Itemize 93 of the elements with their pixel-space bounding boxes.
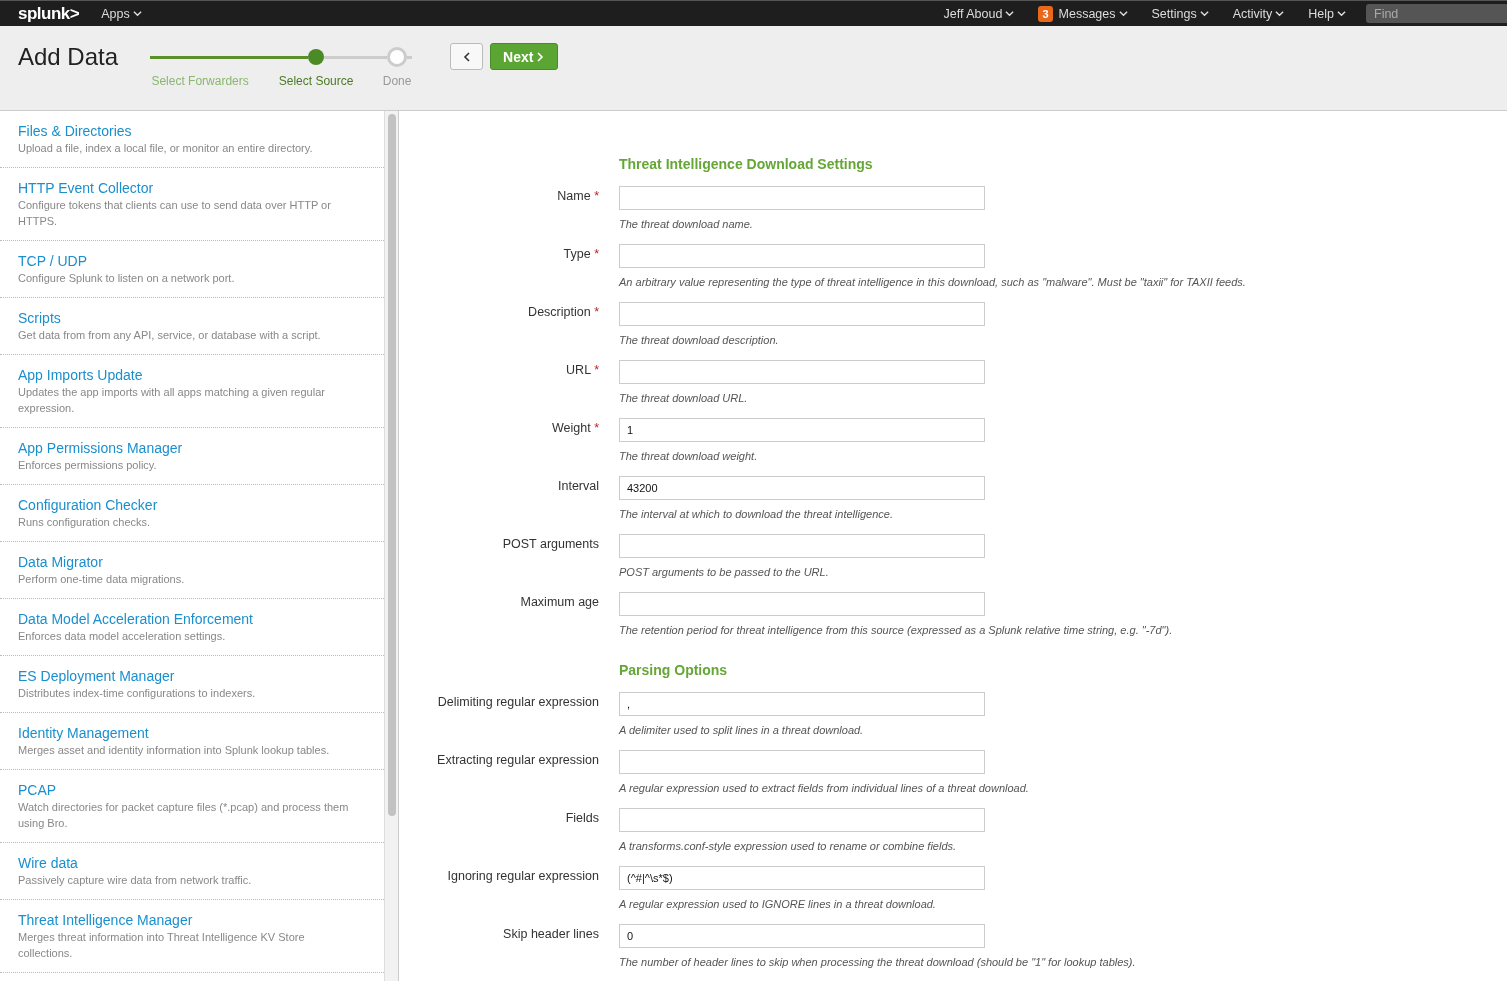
field-label: Name * [557, 188, 599, 203]
help-text: A transforms.conf-style expression used to rename or combine fields. [619, 839, 958, 854]
next-button[interactable]: Next [490, 43, 559, 70]
chevron-down-icon [1118, 9, 1128, 18]
step-label: Done [382, 74, 413, 88]
text-field[interactable] [619, 186, 985, 210]
source-link[interactable]: Identity Management [18, 724, 366, 742]
text-field[interactable] [619, 244, 985, 268]
source-description: Merges threat information into Threat Intelligence KV Store collections. [18, 930, 306, 961]
help-text: The threat download URL. [619, 391, 749, 406]
source-link[interactable]: Data Model Acceleration Enforcement [18, 610, 366, 628]
field-label: Interval [558, 478, 599, 493]
help-text: The retention period for threat intelligence from this source (expressed as a Splunk relative time string, e.g. "-7d"). [619, 623, 1173, 638]
help-text: The number of header lines to skip when processing the threat download (should be "1" for lookup tables). [619, 955, 1136, 970]
source-description: Upload a file, index a local file, or monitor an entire directory. [18, 141, 314, 156]
help-text: An arbitrary value representing the type of threat intelligence in this download, such as "malware". Must be "taxii" for TAXII feeds. [619, 275, 1246, 290]
text-field[interactable] [619, 302, 985, 326]
source-description: Configure tokens that clients can use to send data over HTTP or HTTPS. [18, 198, 332, 229]
chevron-right-icon [535, 51, 546, 62]
source-link[interactable]: PCAP [18, 781, 366, 799]
menu-button[interactable]: Apps [101, 6, 142, 21]
field-label: Ignoring regular expression [447, 868, 599, 883]
source-link[interactable]: TCP / UDP [18, 252, 366, 270]
field-label: Maximum age [520, 594, 599, 609]
text-field[interactable] [619, 360, 985, 384]
chevron-down-icon [1275, 9, 1285, 18]
text-field[interactable]: 1 [619, 418, 985, 442]
source-description: Perform one-time data migrations. [18, 572, 186, 587]
source-link[interactable]: Threat Intelligence Manager [18, 911, 366, 929]
source-link[interactable]: App Permissions Manager [18, 439, 366, 457]
step-label: Select Source [277, 74, 355, 88]
source-description: Distributes index-time configurations to indexers. [18, 686, 257, 701]
source-description: Merges asset and identity information into Splunk lookup tables. [18, 743, 331, 758]
help-text: A regular expression used to extract fields from individual lines of a threat download. [619, 781, 1029, 796]
source-description: Runs configuration checks. [18, 515, 152, 530]
source-link[interactable]: Scripts [18, 309, 366, 327]
field-label: Weight * [551, 420, 599, 435]
source-link[interactable]: Data Migrator [18, 553, 366, 571]
menu-button[interactable]: Jeff Aboud [943, 6, 1015, 21]
help-text: A delimiter used to split lines in a threat download. [619, 723, 865, 738]
menu-button[interactable]: Help [1308, 6, 1346, 21]
help-text: POST arguments to be passed to the URL. [619, 565, 830, 580]
text-field[interactable]: 43200 [619, 476, 985, 500]
text-field[interactable] [619, 534, 985, 558]
help-text: The threat download weight. [619, 449, 759, 464]
source-link[interactable]: HTTP Event Collector [18, 179, 366, 197]
help-text: The interval at which to download the threat intelligence. [619, 507, 894, 522]
source-description: Enforces data model acceleration settings. [18, 629, 227, 644]
menu-button[interactable]: Settings [1151, 6, 1209, 21]
source-description: Get data from from any API, service, or database with a script. [18, 328, 322, 343]
source-description: Watch directories for packet capture files (*.pcap) and process them using Bro. [18, 800, 350, 831]
chevron-down-icon [1337, 9, 1346, 18]
text-field[interactable]: , [619, 692, 985, 716]
step-label: Select Forwarders [150, 74, 250, 88]
chevron-down-icon [1005, 9, 1015, 18]
field-label: Extracting regular expression [437, 752, 599, 767]
text-field[interactable]: (^#|^\s*$) [619, 866, 985, 890]
text-field[interactable] [619, 750, 985, 774]
source-description: Updates the app imports with all apps matching a given regular expression. [18, 385, 326, 416]
scrollbar-thumb[interactable] [388, 114, 396, 816]
source-link[interactable]: Wire data [18, 854, 366, 872]
source-link[interactable]: ES Deployment Manager [18, 667, 366, 685]
chevron-down-icon [1199, 9, 1209, 18]
back-button[interactable] [450, 43, 484, 70]
field-label: URL * [566, 362, 599, 377]
chevron-left-icon [461, 51, 472, 62]
page-title: Add Data [18, 43, 119, 71]
field-label: Skip header lines [503, 926, 599, 941]
source-link[interactable]: App Imports Update [18, 366, 366, 384]
source-link[interactable]: Configuration Checker [18, 496, 366, 514]
help-text: A regular expression used to IGNORE lines in a threat download. [619, 897, 937, 912]
help-text: The threat download name. [619, 217, 754, 232]
source-link[interactable]: Files & Directories [18, 122, 366, 140]
source-description: Passively capture wire data from network traffic. [18, 873, 253, 888]
field-label: Type * [563, 246, 599, 261]
field-label: Fields [565, 810, 599, 825]
help-text: The threat download description. [619, 333, 780, 348]
text-field[interactable]: 0 [619, 924, 985, 948]
logo[interactable]: splunk> [18, 3, 80, 24]
menu-button[interactable]: Activity [1232, 6, 1285, 21]
text-field[interactable] [619, 808, 985, 832]
text-field[interactable] [619, 592, 985, 616]
search-field[interactable]: Find [1366, 4, 1507, 23]
menu-button[interactable]: 3 Messages [1038, 5, 1128, 22]
count-badge: 3 [1038, 5, 1053, 22]
chevron-down-icon [132, 9, 142, 18]
field-label: Delimiting regular expression [437, 694, 599, 709]
source-description: Configure Splunk to listen on a network port. [18, 271, 236, 286]
field-label: POST arguments [502, 536, 599, 551]
section-heading: Threat Intelligence Download Settings [619, 155, 873, 174]
section-heading: Parsing Options [619, 661, 728, 680]
source-description: Enforces permissions policy. [18, 458, 158, 473]
field-label: Description * [528, 304, 599, 319]
